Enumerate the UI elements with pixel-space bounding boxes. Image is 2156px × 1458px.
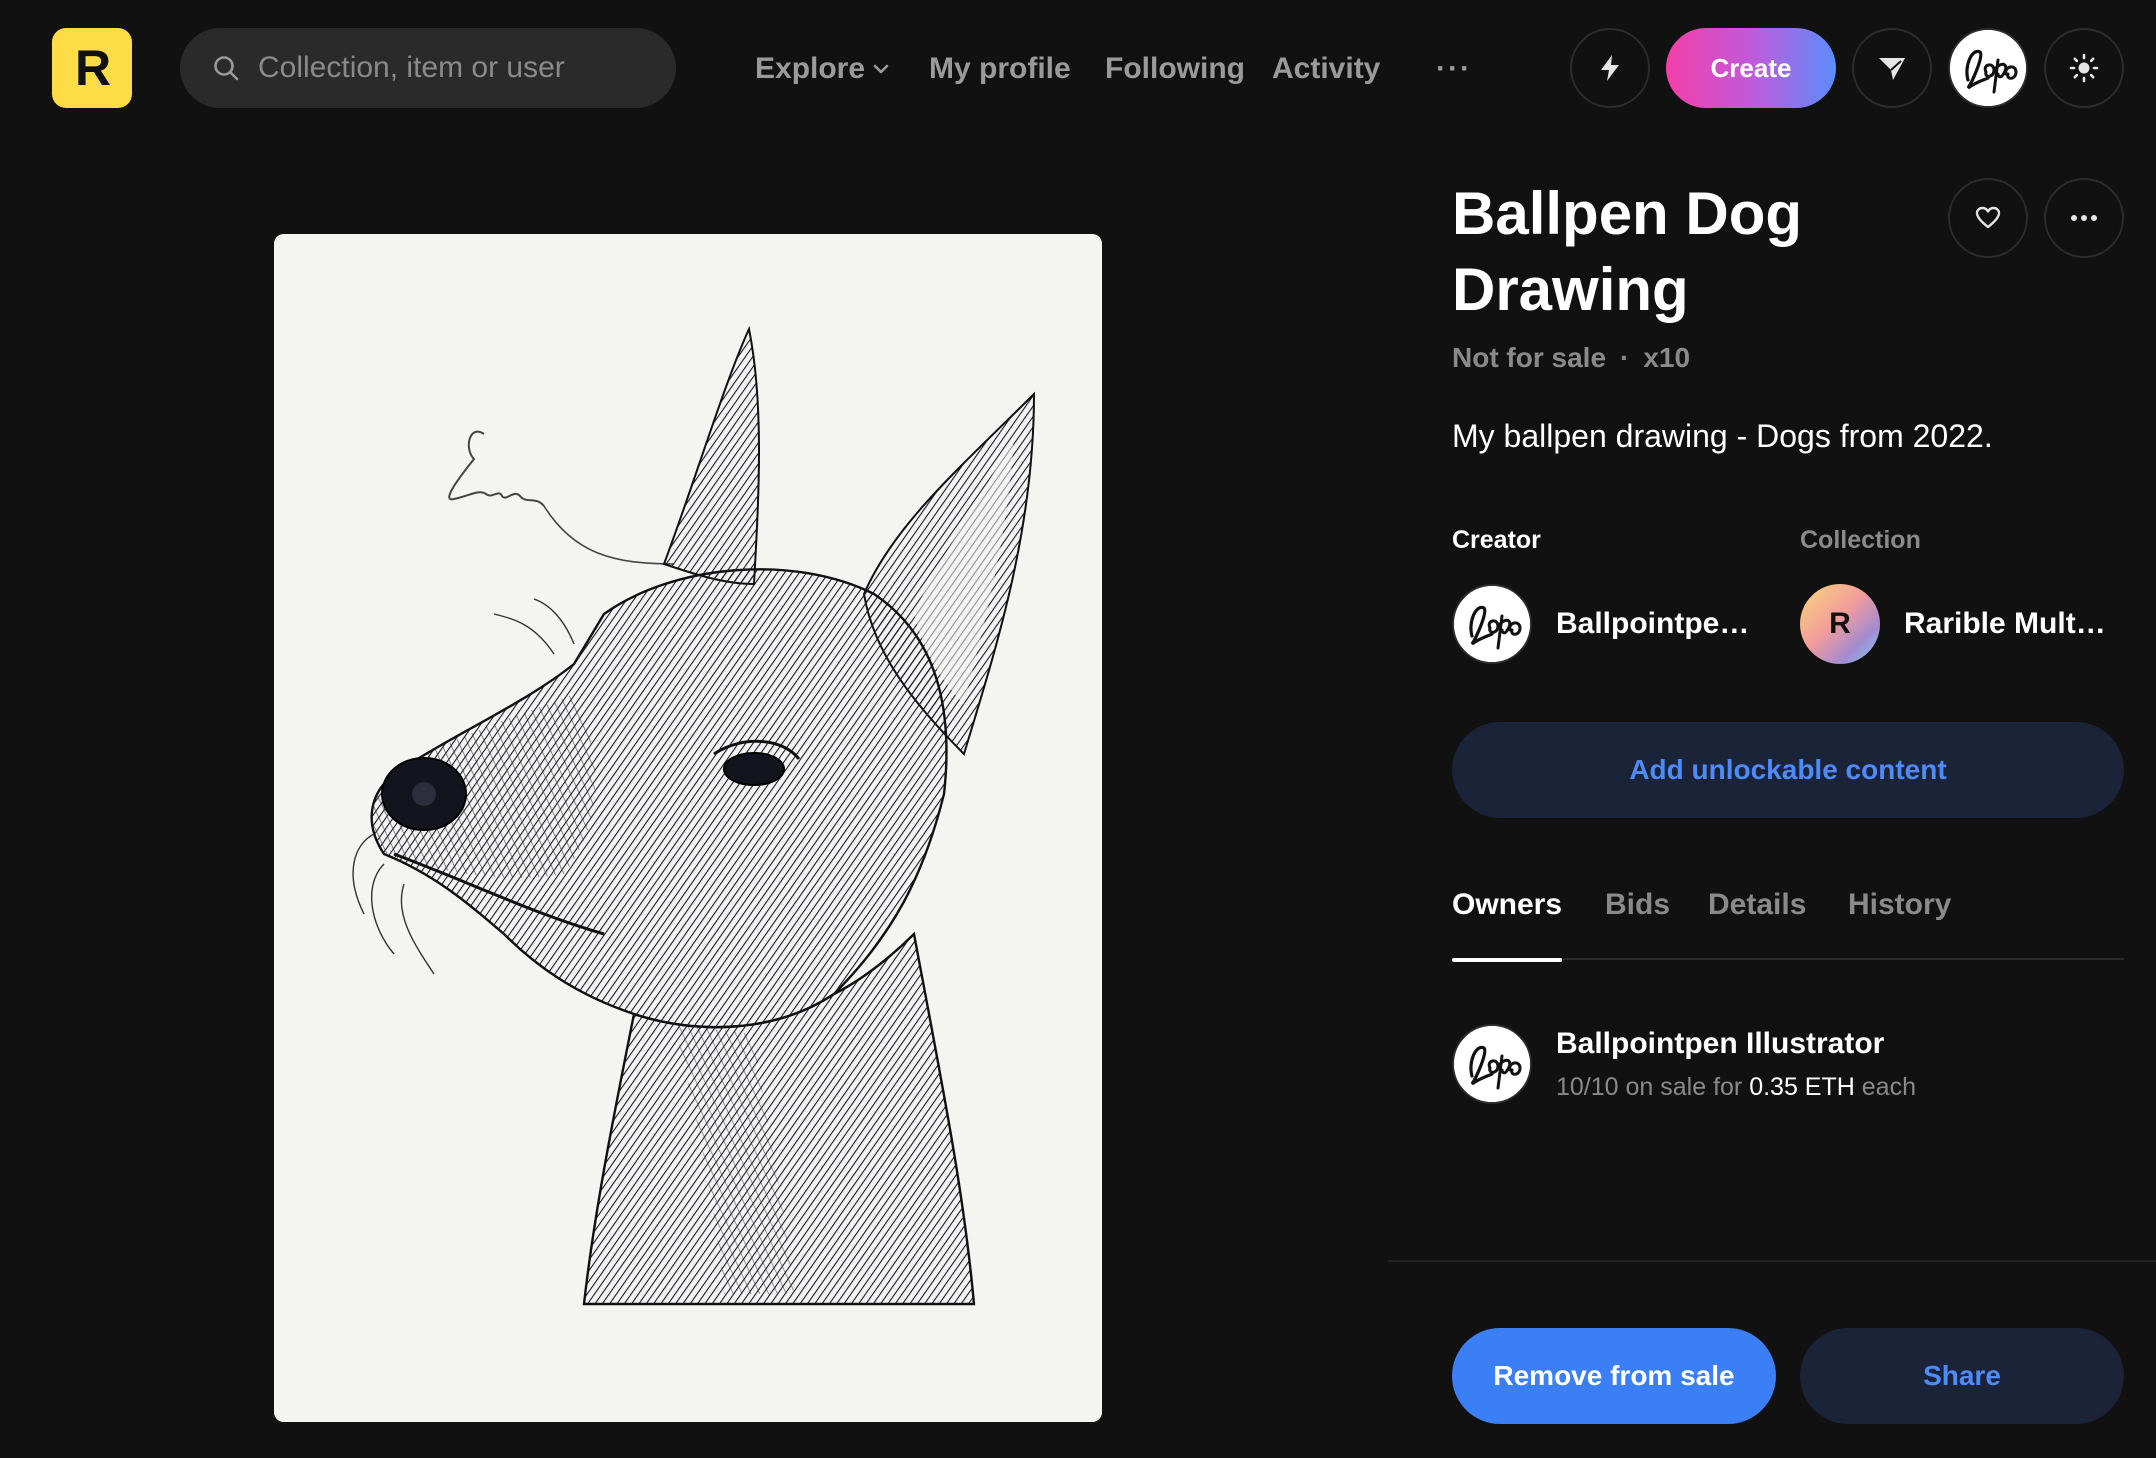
owner-name: Ballpointpen Illustrator <box>1556 1026 1885 1060</box>
nav-more-button[interactable]: ··· <box>1436 0 1472 138</box>
collection-logo-letter: R <box>1829 607 1851 640</box>
sale-status: Not for sale <box>1452 342 1607 373</box>
favorite-button[interactable] <box>1948 178 2028 258</box>
tab-bids[interactable]: Bids <box>1605 888 1670 958</box>
remove-from-sale-button[interactable]: Remove from sale <box>1452 1328 1776 1424</box>
owner-sale-suffix: each <box>1861 1072 1916 1101</box>
owner-info: Ballpointpen Illustrator 10/10 on sale f… <box>1556 1027 1916 1102</box>
collection-link[interactable]: R Rarible Multiple <box>1800 584 2114 664</box>
user-avatar[interactable] <box>1948 28 2028 108</box>
owner-sale-info: 10/10 on sale for 0.35 ETH each <box>1556 1073 1916 1102</box>
logo-letter-r: R <box>74 40 111 96</box>
item-title: Ballpen Dog Drawing <box>1452 180 1803 323</box>
owner-sale-prefix: 10/10 on sale for <box>1556 1072 1743 1101</box>
nav-my-profile[interactable]: My profile <box>929 0 1071 138</box>
add-unlockable-content-button[interactable]: Add unlockable content <box>1452 722 2124 818</box>
rarible-logo[interactable]: R <box>52 28 132 108</box>
tab-history[interactable]: History <box>1848 888 1951 958</box>
nav-activity[interactable]: Activity <box>1272 0 1380 138</box>
item-description: My ballpen drawing - Dogs from 2022. <box>1452 418 1993 454</box>
creator-link[interactable]: Ballpointpen Illustrator <box>1452 584 1766 664</box>
collection-avatar: R <box>1800 584 1880 664</box>
item-more-button[interactable] <box>2044 178 2124 258</box>
artwork-image[interactable] <box>274 234 1102 1422</box>
more-icon <box>2071 215 2097 221</box>
bolt-button[interactable] <box>1570 28 1650 108</box>
send-icon <box>1879 58 1905 80</box>
sale-status-line: Not for sale · x10 <box>1452 342 1690 374</box>
footer-divider <box>1388 1260 2156 1262</box>
doberman-drawing <box>274 234 1102 1422</box>
search-input[interactable] <box>258 28 658 108</box>
search-box[interactable] <box>180 28 676 108</box>
top-nav-bar: R Explore My profile Following Activity … <box>0 0 2156 138</box>
creator-name: Ballpointpen Illustrator <box>1556 607 1766 640</box>
search-icon <box>214 56 239 81</box>
owner-row[interactable]: Ballpointpen Illustrator 10/10 on sale f… <box>1452 1024 1916 1104</box>
item-tabs: Owners Bids Details History <box>1452 888 2124 962</box>
nav-explore-label: Explore <box>755 52 866 85</box>
send-button[interactable] <box>1852 28 1932 108</box>
nav-explore[interactable]: Explore <box>755 0 891 138</box>
tab-owners[interactable]: Owners <box>1452 888 1563 962</box>
share-button[interactable]: Share <box>1800 1328 2124 1424</box>
lopo-signature-avatar <box>1454 1026 1530 1102</box>
chevron-down-icon <box>873 64 889 74</box>
nav-following[interactable]: Following <box>1105 0 1245 138</box>
tab-details[interactable]: Details <box>1708 888 1806 958</box>
lopo-signature-avatar <box>1950 30 2026 106</box>
collection-label: Collection <box>1800 526 1921 554</box>
owner-avatar <box>1452 1024 1532 1104</box>
theme-toggle-button[interactable] <box>2044 28 2124 108</box>
separator-dot: · <box>1620 342 1630 373</box>
heart-icon <box>1975 206 2001 229</box>
collection-name: Rarible Multiple <box>1904 607 2114 640</box>
edition-count: x10 <box>1643 342 1691 373</box>
bolt-icon <box>1601 55 1619 81</box>
creator-avatar <box>1452 584 1532 664</box>
creator-label: Creator <box>1452 526 1541 554</box>
owner-price: 0.35 ETH <box>1749 1072 1855 1101</box>
create-button[interactable]: Create <box>1666 28 1836 108</box>
lopo-signature-avatar <box>1454 586 1530 662</box>
sun-icon <box>2069 53 2099 83</box>
